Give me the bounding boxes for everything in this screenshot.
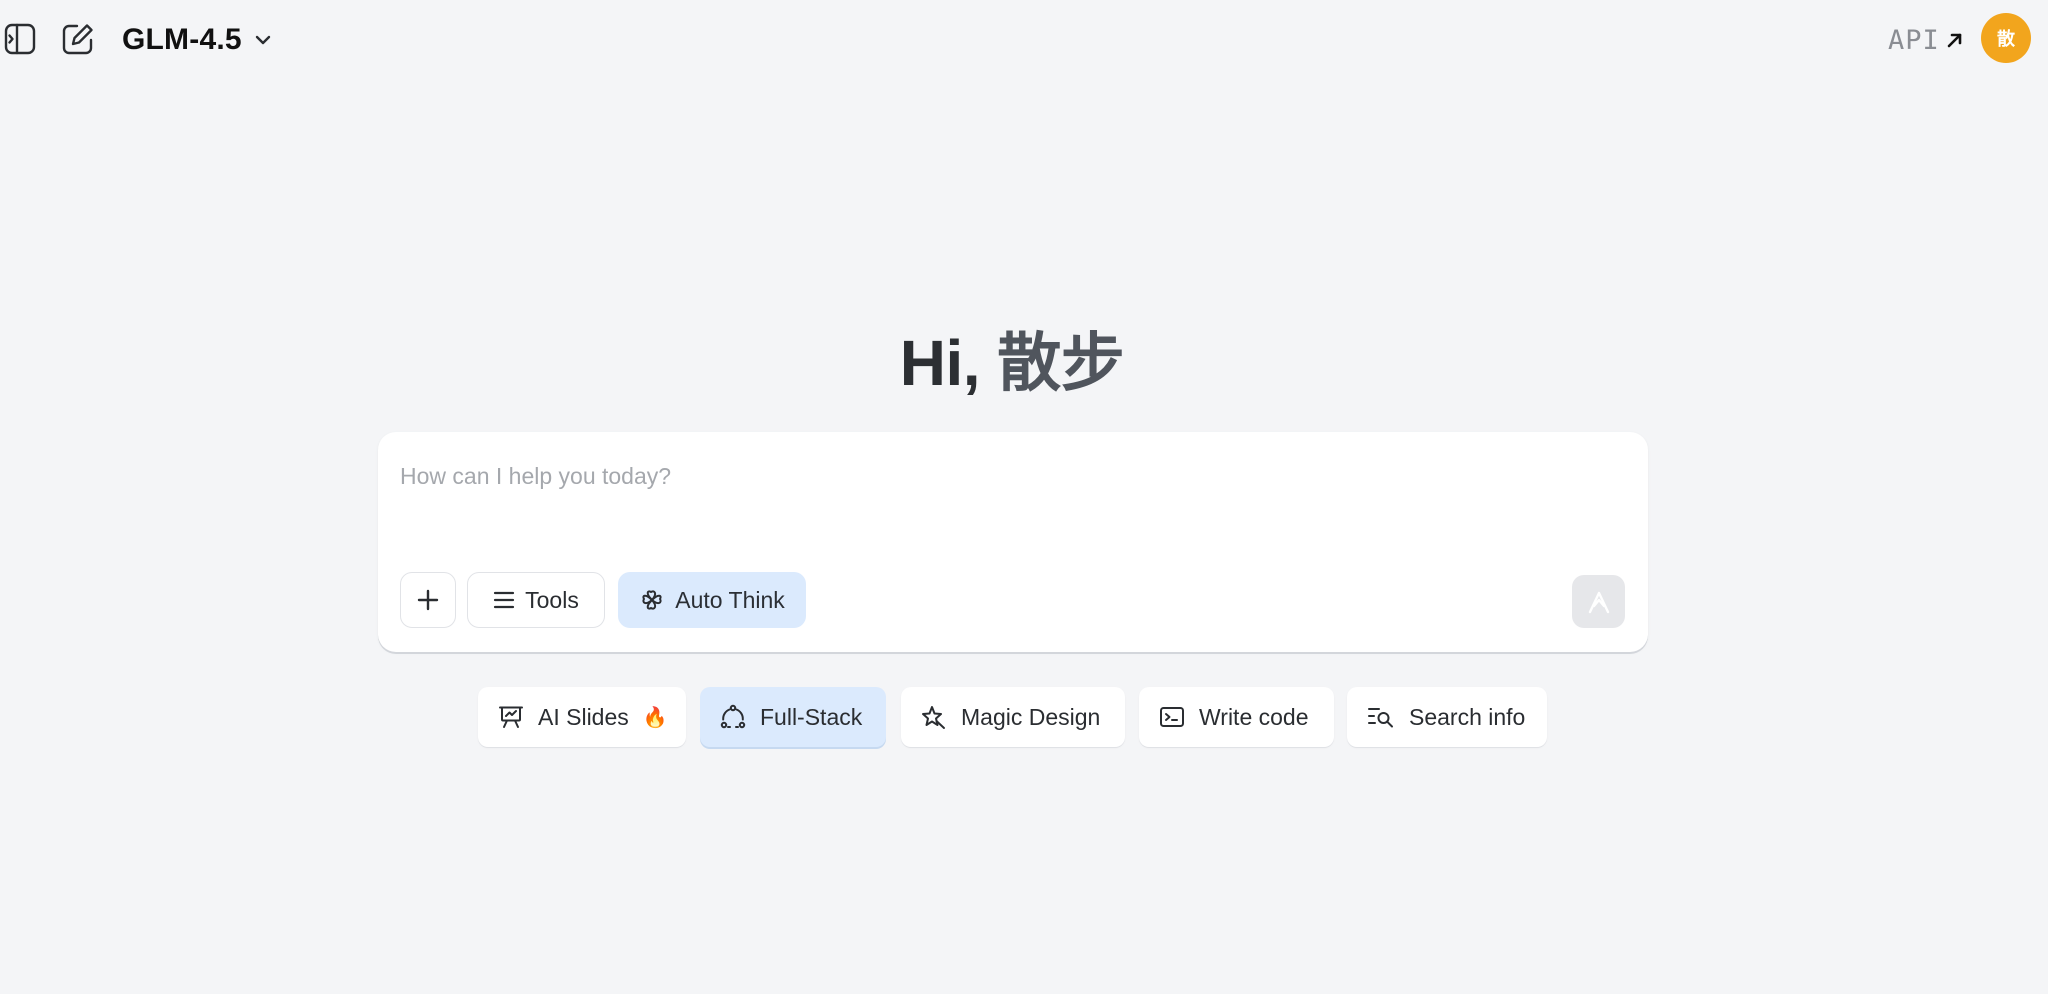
chevron-down-icon	[255, 35, 270, 45]
greeting-hi: Hi,	[899, 327, 981, 399]
top-bar: GLM-4.5 API 散	[0, 0, 2048, 80]
menu-lines-icon	[494, 591, 515, 609]
suggestion-label: Full-Stack	[760, 703, 863, 730]
presentation-icon	[499, 706, 523, 728]
suggestion-write-code[interactable]: Write code	[1139, 687, 1334, 747]
suggestion-full-stack[interactable]: Full-Stack	[700, 687, 886, 747]
model-selector[interactable]: GLM-4.5	[122, 20, 272, 60]
attach-button[interactable]	[400, 572, 456, 628]
send-button[interactable]	[1572, 575, 1625, 628]
plus-icon	[417, 589, 439, 611]
greeting-heading: Hi, 散步	[0, 312, 2024, 404]
suggestion-magic-design[interactable]: Magic Design	[901, 687, 1125, 747]
fire-emoji: 🔥	[642, 706, 668, 729]
suggestion-ai-slides[interactable]: AI Slides 🔥	[478, 687, 686, 747]
suggestion-label: Write code	[1199, 703, 1309, 730]
suggestion-label: Magic Design	[961, 703, 1101, 730]
tools-button[interactable]: Tools	[467, 572, 605, 628]
external-arrow-icon	[1947, 33, 1962, 48]
edit-icon	[62, 24, 93, 55]
auto-think-toggle[interactable]: Auto Think	[618, 572, 806, 628]
user-avatar[interactable]: 散	[1981, 13, 2031, 63]
suggestion-search-info[interactable]: Search info	[1347, 687, 1547, 747]
chat-input[interactable]	[400, 456, 1620, 496]
greeting-user-name: 散步	[997, 327, 1125, 399]
api-label: API	[1888, 24, 1940, 56]
chat-composer: Tools Auto Think	[378, 432, 1648, 652]
api-link[interactable]: API	[1888, 22, 1966, 58]
search-list-icon	[1368, 708, 1393, 728]
brain-knot-icon	[642, 590, 662, 610]
sidebar-toggle-button[interactable]	[2, 21, 38, 57]
new-chat-button[interactable]	[60, 21, 96, 57]
sidebar-toggle-icon	[4, 23, 36, 55]
model-name: GLM-4.5	[122, 23, 242, 56]
suggestion-label: Search info	[1409, 703, 1526, 730]
send-arrow-icon	[1588, 591, 1609, 613]
sparkle-icon	[922, 706, 945, 729]
suggestion-label: AI Slides	[538, 703, 629, 730]
auto-think-label: Auto Think	[675, 586, 785, 613]
terminal-icon	[1160, 707, 1184, 727]
tools-label: Tools	[525, 586, 579, 613]
nodes-icon	[720, 704, 746, 729]
